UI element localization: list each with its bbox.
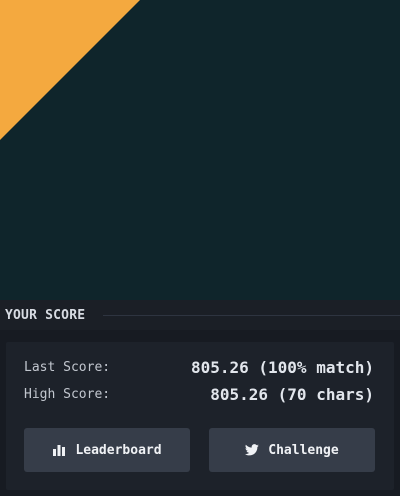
orange-triangle-shape xyxy=(0,0,140,140)
game-preview-canvas xyxy=(0,0,400,300)
leaderboard-button-label: Leaderboard xyxy=(75,442,162,458)
twitter-icon xyxy=(245,444,260,456)
bar-chart-icon xyxy=(52,444,66,456)
last-score-value: 805.26 (100% match) xyxy=(190,357,374,377)
challenge-button[interactable]: Challenge xyxy=(209,428,375,472)
high-score-value: 805.26 (70 chars) xyxy=(210,384,374,404)
high-score-row: High Score: 805.26 (70 chars) xyxy=(24,383,374,405)
high-score-label: High Score: xyxy=(24,386,111,402)
score-section-title: YOUR SCORE xyxy=(5,307,86,323)
score-panel: Last Score: 805.26 (100% match) High Sco… xyxy=(6,342,394,490)
last-score-label: Last Score: xyxy=(24,359,111,375)
last-score-row: Last Score: 805.26 (100% match) xyxy=(24,356,374,378)
header-divider xyxy=(103,314,400,316)
score-section-header: YOUR SCORE xyxy=(0,300,400,330)
challenge-button-label: Challenge xyxy=(268,442,339,458)
leaderboard-button[interactable]: Leaderboard xyxy=(24,428,190,472)
